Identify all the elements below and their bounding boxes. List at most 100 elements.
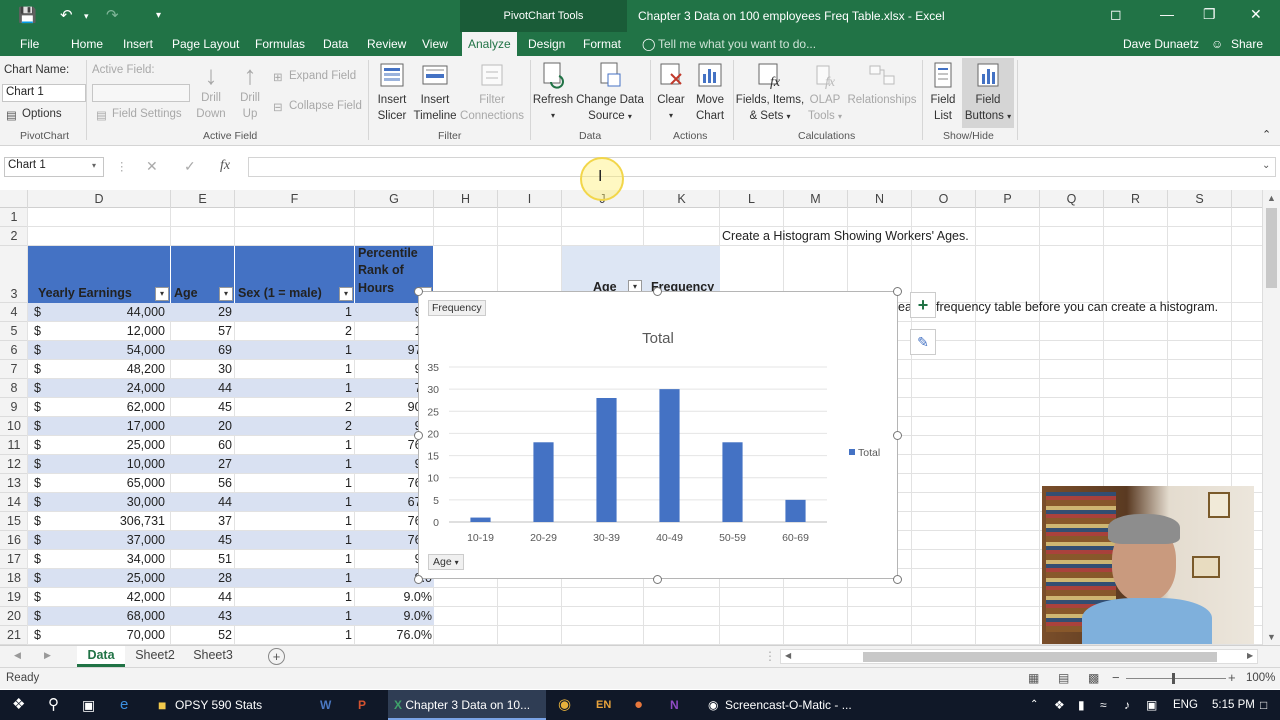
sex-cell[interactable]: 1: [235, 590, 352, 604]
earnings-cell[interactable]: 37,000: [28, 533, 165, 547]
x-tick-label[interactable]: 40-49: [656, 532, 683, 544]
tell-me-box[interactable]: Tell me what you want to do...: [658, 37, 816, 51]
scroll-left-icon[interactable]: ◀: [785, 651, 791, 660]
field-list-button[interactable]: Field List: [924, 60, 962, 124]
column-header-k[interactable]: K: [644, 190, 720, 208]
sex-cell[interactable]: 1: [235, 381, 352, 395]
age-cell[interactable]: 20: [171, 419, 232, 433]
save-icon[interactable]: 💾: [18, 6, 37, 24]
sheet-tab-sheet2[interactable]: Sheet2: [130, 648, 180, 662]
sex-cell[interactable]: 1: [235, 305, 352, 319]
tab-file[interactable]: File: [20, 37, 39, 51]
earnings-cell[interactable]: 12,000: [28, 324, 165, 338]
sex-cell[interactable]: 1: [235, 457, 352, 471]
column-header-l[interactable]: L: [720, 190, 784, 208]
insert-timeline-button[interactable]: Insert Timeline: [412, 60, 458, 124]
show-hidden-icons-icon[interactable]: ⌃: [1030, 690, 1038, 720]
insert-slicer-button[interactable]: Insert Slicer: [372, 60, 412, 124]
tab-page-layout[interactable]: Page Layout: [172, 37, 239, 51]
new-sheet-plus-icon[interactable]: +: [268, 648, 285, 665]
onenote-icon[interactable]: N: [670, 690, 679, 720]
chart-styles-brush-icon[interactable]: ✎: [910, 329, 936, 355]
earnings-cell[interactable]: 25,000: [28, 571, 165, 585]
y-tick-label[interactable]: 15: [427, 451, 439, 463]
sex-cell[interactable]: 2: [235, 324, 352, 338]
earnings-cell[interactable]: 68,000: [28, 609, 165, 623]
y-tick-label[interactable]: 35: [427, 362, 439, 374]
zoom-level[interactable]: 100%: [1246, 672, 1275, 684]
sex-cell[interactable]: 1: [235, 476, 352, 490]
earnings-cell[interactable]: 65,000: [28, 476, 165, 490]
y-tick-label[interactable]: 20: [427, 428, 439, 440]
earnings-cell[interactable]: 48,200: [28, 362, 165, 376]
olap-tools-button[interactable]: fx OLAP Tools ▾: [806, 60, 844, 125]
powerpoint-icon[interactable]: P: [358, 690, 366, 720]
sex-cell[interactable]: 1: [235, 343, 352, 357]
vertical-scrollbar[interactable]: ▲ ▼: [1262, 190, 1280, 645]
chart-elements-plus-icon[interactable]: +: [910, 292, 936, 318]
zoom-out-icon[interactable]: −: [1112, 670, 1120, 685]
age-cell[interactable]: 44: [171, 381, 232, 395]
earnings-cell[interactable]: 17,000: [28, 419, 165, 433]
resize-handle-br[interactable]: [893, 575, 902, 584]
fields-items-sets-button[interactable]: fx Fields, Items, & Sets ▾: [734, 60, 806, 125]
age-cell[interactable]: 37: [171, 514, 232, 528]
collapse-field-button[interactable]: Collapse Field: [289, 100, 362, 112]
age-cell[interactable]: 44: [171, 495, 232, 509]
chart-plot-area[interactable]: 0 5 10 15 20 25 30 35 10-19 20-29 30-39 40-49 50-59 6…: [419, 292, 897, 578]
earnings-cell[interactable]: 54,000: [28, 343, 165, 357]
taskbar-item-screencast[interactable]: Screencast-O-Matic - ...: [725, 690, 852, 720]
row-header[interactable]: 21: [0, 626, 28, 645]
change-data-source-button[interactable]: Change Data Source ▾: [574, 60, 646, 125]
column-header-q[interactable]: Q: [1040, 190, 1104, 208]
percentile-cell[interactable]: 9.0%: [355, 609, 433, 623]
column-header-e[interactable]: E: [171, 190, 235, 208]
age-cell[interactable]: 29: [171, 305, 232, 319]
row-header[interactable]: 10: [0, 417, 28, 436]
sex-cell[interactable]: 1: [235, 495, 352, 509]
tab-insert[interactable]: Insert: [123, 37, 153, 51]
legend-label[interactable]: Total: [858, 447, 880, 459]
earnings-cell[interactable]: 25,000: [28, 438, 165, 452]
age-cell[interactable]: 60: [171, 438, 232, 452]
close-icon[interactable]: ✕: [1250, 6, 1262, 23]
input-language[interactable]: ENG: [1173, 690, 1198, 720]
age-cell[interactable]: 27: [171, 457, 232, 471]
row-header[interactable]: 8: [0, 379, 28, 398]
expand-field-button[interactable]: Expand Field: [289, 70, 356, 82]
y-tick-label[interactable]: 5: [433, 495, 439, 507]
age-cell[interactable]: 45: [171, 400, 232, 414]
user-name[interactable]: Dave Dunaetz: [1123, 37, 1199, 51]
x-tick-label[interactable]: 10-19: [467, 532, 494, 544]
expand-formula-bar-icon[interactable]: ⌄: [1262, 160, 1270, 171]
taskbar-item-opsy[interactable]: OPSY 590 Stats: [175, 690, 262, 720]
dropbox-icon[interactable]: ❖: [1054, 690, 1065, 720]
row-header[interactable]: 5: [0, 322, 28, 341]
page-layout-view-icon[interactable]: ▤: [1058, 671, 1069, 685]
resize-handle-t[interactable]: [653, 287, 662, 296]
select-all-corner[interactable]: [0, 190, 28, 208]
battery-icon[interactable]: ▮: [1078, 690, 1085, 720]
undo-icon[interactable]: ↶: [60, 6, 73, 24]
scroll-down-icon[interactable]: ▼: [1267, 632, 1276, 642]
column-header-m[interactable]: M: [784, 190, 848, 208]
sex-cell[interactable]: 1: [235, 552, 352, 566]
filter-connections-button[interactable]: Filter Connections: [458, 60, 526, 124]
refresh-button[interactable]: Refresh ▾: [532, 60, 574, 124]
row-header[interactable]: 17: [0, 550, 28, 569]
y-tick-label[interactable]: 0: [433, 517, 439, 529]
horizontal-scroll-thumb[interactable]: [863, 652, 1217, 662]
page-break-view-icon[interactable]: ▩: [1088, 671, 1099, 685]
sheet-tab-data[interactable]: Data: [77, 646, 125, 667]
field-settings-button[interactable]: Field Settings: [112, 108, 182, 120]
undo-dropdown-icon[interactable]: ▾: [84, 11, 89, 22]
taskbar-item-excel[interactable]: X Chapter 3 Data on 10...: [388, 690, 546, 720]
sex-cell[interactable]: 1: [235, 609, 352, 623]
age-cell[interactable]: 28: [171, 571, 232, 585]
row-header[interactable]: 3: [0, 246, 28, 303]
sex-cell[interactable]: 2: [235, 419, 352, 433]
ribbon-display-icon[interactable]: ◻: [1110, 6, 1122, 23]
clock[interactable]: 5:15 PM: [1212, 690, 1255, 720]
row-header[interactable]: 9: [0, 398, 28, 417]
age-cell[interactable]: 43: [171, 609, 232, 623]
